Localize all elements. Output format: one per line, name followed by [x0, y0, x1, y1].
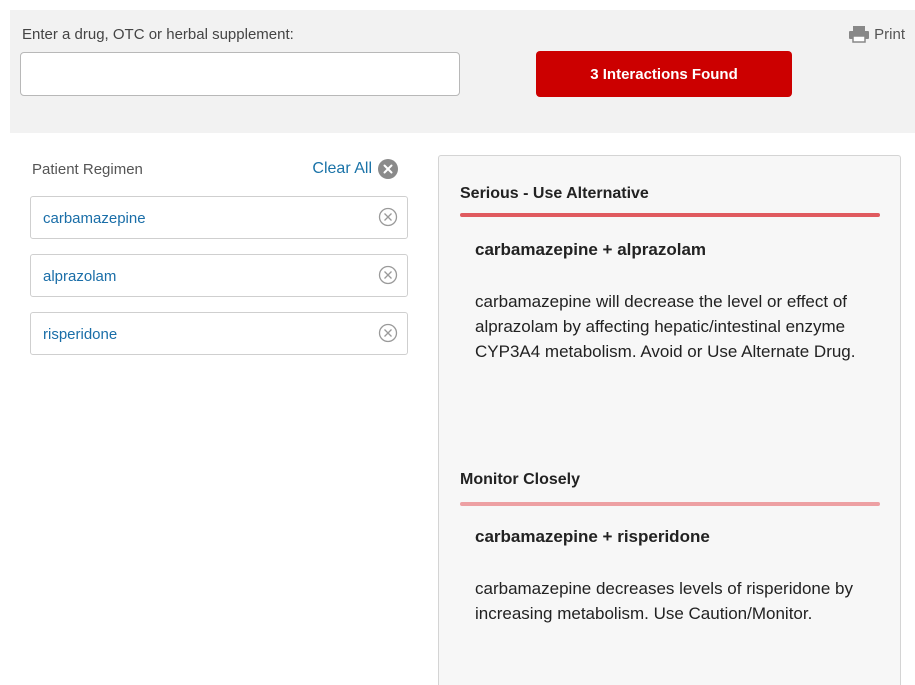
remove-drug-icon[interactable] [378, 323, 398, 343]
regimen-drug-item[interactable]: carbamazepine [30, 196, 408, 239]
drug-name: alprazolam [43, 268, 117, 285]
printer-icon [848, 25, 870, 43]
interactions-found-button[interactable]: 3 Interactions Found [536, 51, 792, 97]
clear-all-button[interactable]: Clear All [312, 159, 398, 179]
remove-drug-icon[interactable] [378, 207, 398, 227]
remove-drug-icon[interactable] [378, 265, 398, 285]
severity-bar-monitor [460, 502, 880, 506]
regimen-drug-item[interactable]: alprazolam [30, 254, 408, 297]
drug-name: carbamazepine [43, 210, 146, 227]
interaction-description: carbamazepine will decrease the level or… [475, 292, 856, 361]
close-circle-icon [378, 159, 398, 179]
regimen-drug-item[interactable]: risperidone [30, 312, 408, 355]
drug-name: risperidone [43, 326, 118, 343]
severity-heading: Serious - Use Alternative [460, 185, 649, 202]
regimen-title: Patient Regimen [32, 161, 143, 178]
severity-bar-serious [460, 213, 880, 217]
severity-heading: Monitor Closely [460, 471, 581, 488]
search-label: Enter a drug, OTC or herbal supplement: [22, 26, 294, 43]
print-label: Print [874, 25, 905, 43]
drug-search-input[interactable] [20, 52, 460, 96]
interaction-pair-title: carbamazepine + risperidone [475, 527, 710, 546]
print-link[interactable]: Print [848, 25, 905, 43]
regimen-header: Patient Regimen Clear All [30, 157, 408, 181]
interaction-description: carbamazepine decreases levels of risper… [475, 579, 853, 623]
interaction-results-panel: Serious - Use Alternative carbamazepine … [438, 155, 901, 685]
interaction-pair-title: carbamazepine + alprazolam [475, 240, 707, 259]
clear-all-label: Clear All [312, 160, 372, 177]
